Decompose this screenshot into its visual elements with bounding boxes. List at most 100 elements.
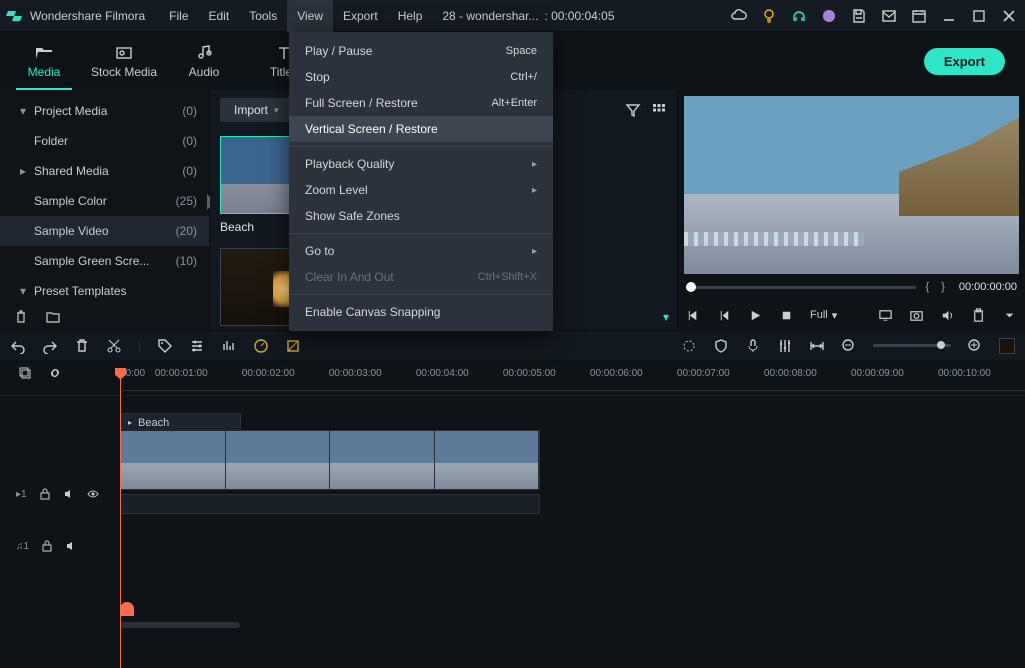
prev-frame-icon[interactable] — [686, 308, 701, 323]
calendar-icon[interactable] — [911, 8, 927, 24]
video-track-head[interactable]: ▸1 — [0, 464, 120, 524]
audio-clip[interactable] — [120, 494, 540, 514]
fit-dropdown[interactable]: Full▾ — [810, 309, 837, 322]
snapshot-icon[interactable] — [909, 308, 924, 323]
stop-icon[interactable] — [779, 308, 794, 323]
menu-export[interactable]: Export — [333, 0, 388, 32]
zoom-out-icon[interactable] — [841, 338, 857, 354]
clipboard-icon[interactable] — [971, 308, 986, 323]
step-back-icon[interactable] — [717, 308, 732, 323]
timeline-tracks: ▸1 ♫1 ▸ Beach — [0, 430, 1025, 630]
sliders-icon[interactable] — [189, 338, 205, 354]
preview-scrub[interactable] — [686, 286, 916, 289]
dd-vertical[interactable]: Vertical Screen / Restore — [289, 116, 553, 142]
dd-zoom-level[interactable]: Zoom Level▸ — [289, 177, 553, 203]
eye-icon[interactable] — [87, 488, 99, 500]
menu-tools[interactable]: Tools — [239, 0, 287, 32]
tree-project-media[interactable]: ▾ Project Media (0) — [0, 96, 209, 126]
tab-media[interactable]: Media — [4, 32, 84, 90]
save-icon[interactable] — [851, 8, 867, 24]
mixer-icon[interactable] — [777, 338, 793, 354]
clip-header[interactable]: ▸ Beach — [121, 413, 241, 431]
dd-stop[interactable]: StopCtrl+/ — [289, 64, 553, 90]
speaker-icon[interactable] — [65, 540, 77, 552]
video-clip[interactable]: ▸ Beach — [120, 430, 540, 490]
zoom-slider[interactable] — [873, 344, 951, 347]
delete-icon[interactable] — [74, 338, 90, 354]
preview-video[interactable] — [684, 96, 1019, 274]
app-title: Wondershare Filmora — [30, 9, 145, 23]
playhead-knob-icon[interactable] — [120, 602, 134, 616]
zoom-knob-icon[interactable] — [937, 341, 945, 349]
menu-help[interactable]: Help — [388, 0, 433, 32]
tab-audio[interactable]: Audio — [164, 32, 244, 90]
tick: 00:00:05:00 — [503, 368, 590, 379]
tick: 00:00:02:00 — [242, 368, 329, 379]
tree-sample-video[interactable]: Sample Video (20) — [0, 216, 209, 246]
cut-icon[interactable] — [106, 338, 122, 354]
dd-play[interactable]: Play / PauseSpace — [289, 38, 553, 64]
timeline-scrollbar[interactable] — [120, 620, 1025, 630]
settings-caret-icon[interactable] — [1002, 308, 1017, 323]
time-ruler[interactable]: 00:00 00:00:01:00 00:00:02:00 00:00:03:0… — [0, 360, 1025, 386]
target-icon[interactable] — [681, 338, 697, 354]
speaker-icon[interactable] — [63, 488, 75, 500]
tree-sample-green[interactable]: Sample Green Scre... (10) — [0, 246, 209, 276]
undo-icon[interactable] — [10, 338, 26, 354]
ai-orb-icon[interactable] — [821, 8, 837, 24]
playhead[interactable] — [120, 368, 121, 668]
menu-file[interactable]: File — [159, 0, 198, 32]
fit-width-icon[interactable] — [809, 338, 825, 354]
tab-stock[interactable]: Stock Media — [84, 32, 164, 90]
idea-icon[interactable] — [761, 8, 777, 24]
lock-icon[interactable] — [41, 540, 53, 552]
expand-down-icon[interactable]: ▾ — [663, 310, 669, 324]
redo-icon[interactable] — [42, 338, 58, 354]
export-button[interactable]: Export — [924, 48, 1005, 75]
mail-icon[interactable] — [881, 8, 897, 24]
import-button[interactable]: Import ▾ — [220, 98, 293, 122]
menu-view[interactable]: View — [287, 0, 333, 32]
preview-graphic-waves — [684, 232, 864, 246]
cloud-icon[interactable] — [731, 8, 747, 24]
grid-view-icon[interactable] — [651, 102, 667, 118]
dd-safe-zones[interactable]: Show Safe Zones — [289, 203, 553, 229]
preview-transport: Full▾ — [678, 300, 1025, 330]
tree-shared-media[interactable]: ▸ Shared Media (0) — [0, 156, 209, 186]
mic-icon[interactable] — [745, 338, 761, 354]
link-icon[interactable] — [48, 366, 62, 380]
layers-icon[interactable] — [18, 366, 32, 380]
mark-in[interactable]: { — [926, 281, 930, 293]
dd-fullscreen[interactable]: Full Screen / RestoreAlt+Enter — [289, 90, 553, 116]
trash-icon[interactable] — [14, 310, 28, 324]
mark-out[interactable]: } — [941, 281, 945, 293]
close-icon[interactable] — [1001, 8, 1017, 24]
dd-goto[interactable]: Go to▸ — [289, 238, 553, 264]
play-icon[interactable] — [748, 308, 763, 323]
tag-icon[interactable] — [157, 338, 173, 354]
tree-sample-color[interactable]: Sample Color (25) — [0, 186, 209, 216]
filter-icon[interactable] — [625, 102, 641, 118]
equalize-icon[interactable] — [221, 338, 237, 354]
tree-folder[interactable]: Folder (0) — [0, 126, 209, 156]
menu-edit[interactable]: Edit — [199, 0, 240, 32]
tick-area[interactable]: 00:00 00:00:01:00 00:00:02:00 00:00:03:0… — [120, 368, 1025, 379]
dd-canvas-snap[interactable]: Enable Canvas Snapping — [289, 299, 553, 325]
volume-icon[interactable] — [940, 308, 955, 323]
mark-in-out: { } — [926, 281, 945, 293]
minimize-icon[interactable] — [941, 8, 957, 24]
shield-icon[interactable] — [713, 338, 729, 354]
tick: 00:00:10:00 — [938, 368, 1025, 379]
color-icon[interactable] — [285, 338, 301, 354]
new-folder-icon[interactable] — [46, 310, 60, 324]
lock-icon[interactable] — [39, 488, 51, 500]
scrub-knob-icon[interactable] — [686, 282, 696, 292]
zoom-in-icon[interactable] — [967, 338, 983, 354]
tree-preset-templates[interactable]: ▾ Preset Templates — [0, 276, 209, 306]
audio-track-head[interactable]: ♫1 — [0, 534, 120, 558]
display-icon[interactable] — [878, 308, 893, 323]
dd-playback-quality[interactable]: Playback Quality▸ — [289, 151, 553, 177]
maximize-icon[interactable] — [971, 8, 987, 24]
speed-icon[interactable] — [253, 338, 269, 354]
headset-icon[interactable] — [791, 8, 807, 24]
